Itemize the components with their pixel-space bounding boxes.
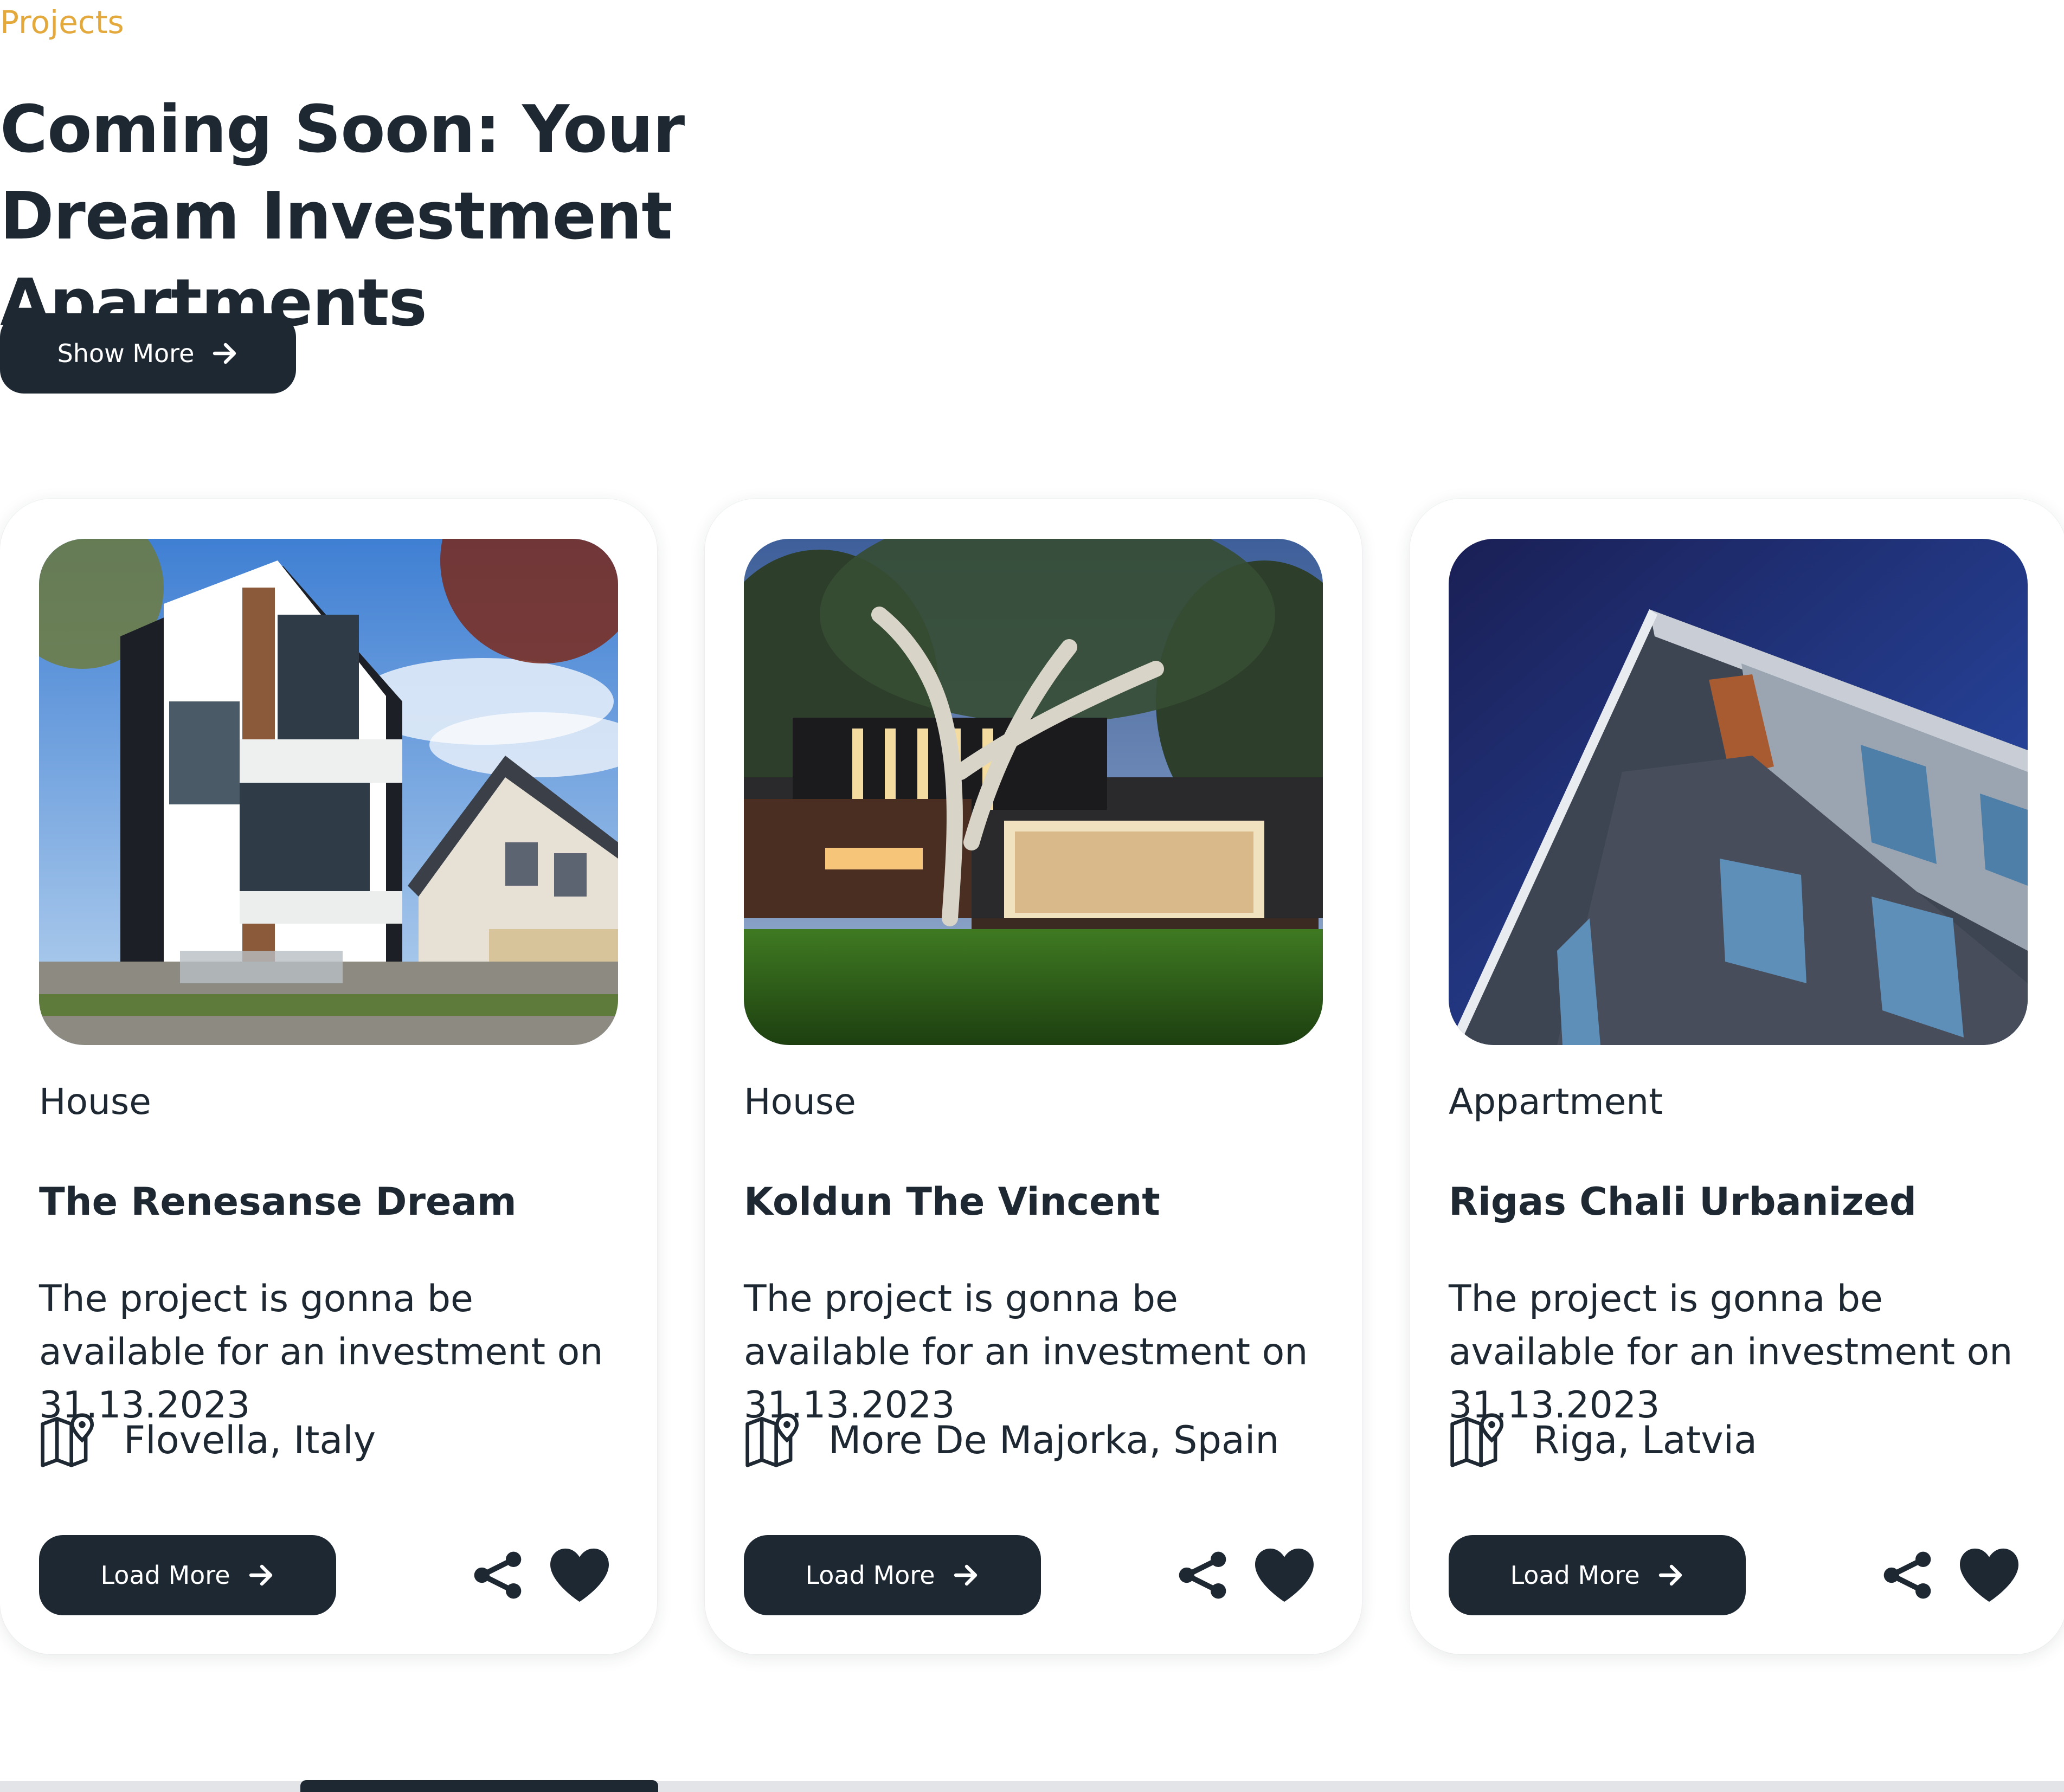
carousel-scrollbar-thumb[interactable] — [300, 1780, 658, 1792]
map-pin-icon — [41, 1413, 94, 1467]
project-description: The project is gonna be available for an… — [1449, 1278, 2013, 1427]
project-title: The Renesanse Dream — [39, 1179, 517, 1224]
load-more-label: Load More — [1510, 1561, 1640, 1590]
share-icon[interactable] — [471, 1548, 525, 1602]
arrow-right-icon — [954, 1564, 977, 1586]
section-eyebrow: Projects — [0, 4, 124, 41]
heart-icon[interactable] — [1252, 1546, 1316, 1604]
project-card: House Koldun The Vincent The project is … — [705, 499, 1362, 1654]
load-more-label: Load More — [805, 1561, 935, 1590]
project-description: The project is gonna be available for an… — [744, 1278, 1308, 1427]
project-card: Appartment Rigas Chali Urbanized The pro… — [1410, 499, 2064, 1654]
map-pin-icon — [745, 1413, 799, 1467]
project-description: The project is gonna be available for an… — [39, 1278, 603, 1427]
project-location: Riga, Latvia — [1449, 1410, 1757, 1470]
load-more-button[interactable]: Load More — [1449, 1535, 1746, 1615]
project-cards: House The Renesanse Dream The project is… — [0, 499, 2064, 1659]
share-icon[interactable] — [1880, 1548, 1934, 1602]
location-text: Riga, Latvia — [1533, 1418, 1758, 1462]
heart-icon[interactable] — [1957, 1546, 2021, 1604]
house-at-dusk-image — [744, 539, 1323, 1045]
project-image[interactable] — [744, 539, 1323, 1045]
project-location: More De Majorka, Spain — [744, 1410, 1279, 1470]
heart-icon[interactable] — [548, 1546, 612, 1604]
load-more-button[interactable]: Load More — [744, 1535, 1041, 1615]
project-image[interactable] — [1449, 539, 2028, 1045]
show-more-label: Show More — [57, 339, 195, 368]
modern-house-image — [39, 539, 618, 1045]
project-location: Flovella, Italy — [39, 1410, 376, 1470]
apartment-building-image — [1449, 539, 2028, 1045]
arrow-right-icon — [213, 343, 236, 364]
load-more-button[interactable]: Load More — [39, 1535, 336, 1615]
section-headline: Coming Soon: Your Dream Investment Apart… — [0, 92, 685, 341]
share-icon[interactable] — [1175, 1548, 1230, 1602]
map-pin-icon — [1450, 1413, 1504, 1467]
arrow-right-icon — [249, 1564, 272, 1586]
project-image[interactable] — [39, 539, 618, 1045]
project-category: Appartment — [1449, 1081, 1663, 1123]
location-text: Flovella, Italy — [124, 1418, 376, 1462]
project-title: Rigas Chali Urbanized — [1449, 1179, 1917, 1224]
project-title: Koldun The Vincent — [744, 1179, 1160, 1224]
project-card: House The Renesanse Dream The project is… — [0, 499, 657, 1654]
arrow-right-icon — [1658, 1564, 1682, 1586]
project-category: House — [39, 1081, 151, 1123]
load-more-label: Load More — [100, 1561, 230, 1590]
show-more-button[interactable]: Show More — [0, 313, 296, 394]
location-text: More De Majorka, Spain — [828, 1418, 1279, 1462]
project-category: House — [744, 1081, 856, 1123]
